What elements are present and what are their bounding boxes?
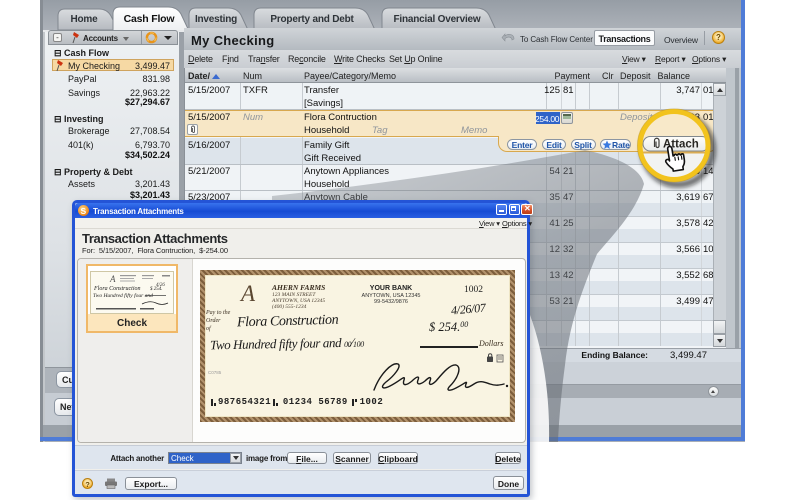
svg-text:A: A (109, 274, 116, 284)
svg-text:Flora Construction: Flora Construction (93, 286, 141, 292)
svg-text:$ 254.: $ 254. (150, 287, 163, 292)
svg-text:Two Hundred fifty four and: Two Hundred fifty four and (93, 292, 153, 299)
